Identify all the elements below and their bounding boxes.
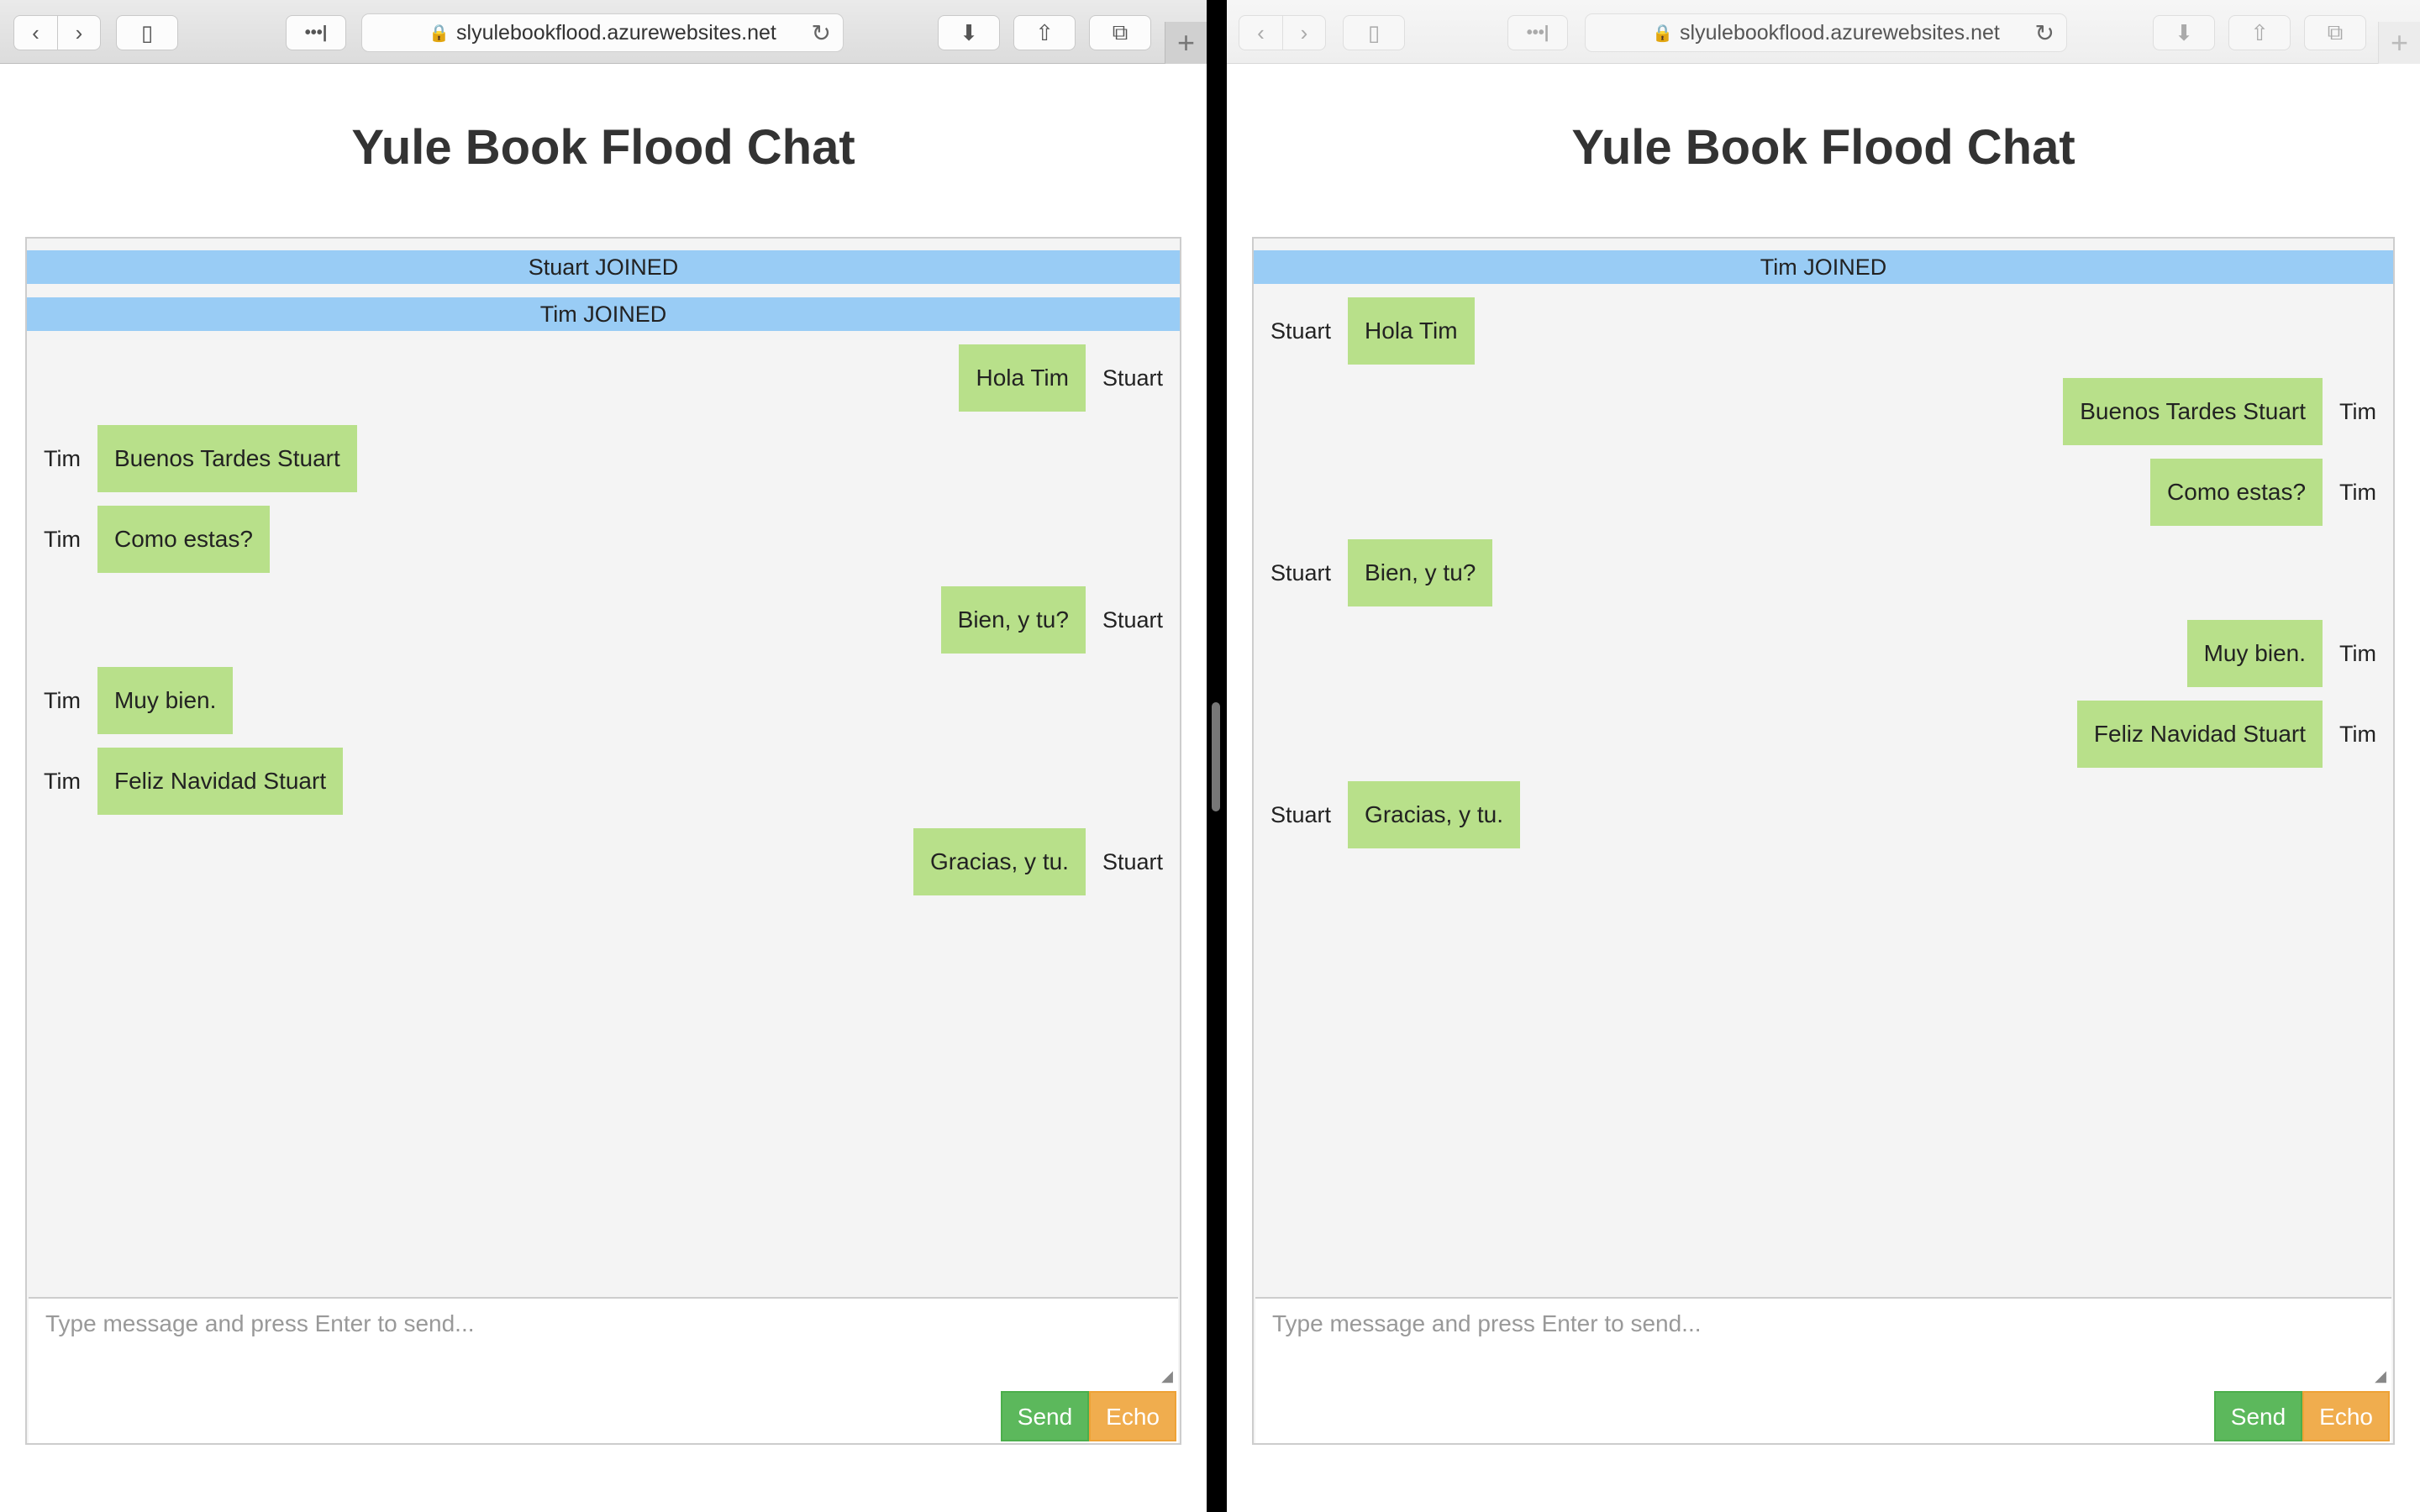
- message-sender: Tim: [44, 445, 81, 471]
- url-text: slyulebookflood.azurewebsites.net: [1680, 20, 2000, 45]
- chat-panel: Stuart JOINED Tim JOINED Stuart Hola Tim Tim…: [25, 237, 1181, 1445]
- message-row: Tim Buenos Tardes Stuart: [1254, 378, 2393, 445]
- message-bubble: Buenos Tardes Stuart: [97, 425, 357, 492]
- tabs-icon[interactable]: ⧉: [2304, 15, 2366, 50]
- back-icon[interactable]: ‹: [14, 16, 57, 50]
- message-row: Stuart Bien, y tu?: [1254, 539, 2393, 606]
- nav-buttons: ‹ ›: [1239, 15, 1326, 50]
- message-bubble: Como estas?: [2150, 459, 2323, 526]
- browser-window-right: ‹ › ▯ •••| 🔒 slyulebookflood.azurewebsit…: [1227, 0, 2420, 1512]
- echo-button[interactable]: Echo: [1089, 1391, 1176, 1441]
- message-row: Tim Muy bien.: [27, 667, 1180, 734]
- forward-icon[interactable]: ›: [1281, 16, 1325, 50]
- resize-grip-icon[interactable]: ◢: [2375, 1368, 2386, 1385]
- message-bubble: Buenos Tardes Stuart: [2063, 378, 2323, 445]
- more-icon[interactable]: •••|: [286, 15, 346, 50]
- composer: ◢ Send Echo: [1255, 1297, 2391, 1443]
- message-sender: Stuart: [1270, 801, 1332, 827]
- system-notice: Tim JOINED: [1254, 250, 2393, 284]
- message-row: Tim Como estas?: [27, 506, 1180, 573]
- message-row: Tim Feliz Navidad Stuart: [27, 748, 1180, 815]
- message-input[interactable]: [29, 1299, 1178, 1383]
- message-sender: Tim: [2339, 721, 2376, 747]
- browser-toolbar: ‹ › ▯ •••| 🔒 slyulebookflood.azurewebsit…: [1227, 0, 2420, 64]
- message-sender: Stuart: [1270, 318, 1332, 344]
- message-row: Stuart Bien, y tu?: [27, 586, 1180, 654]
- message-list: Stuart JOINED Tim JOINED Stuart Hola Tim Tim…: [27, 250, 1180, 1297]
- lock-icon: 🔒: [429, 24, 450, 43]
- message-sender: Tim: [2339, 640, 2376, 666]
- nav-buttons: ‹ ›: [13, 15, 101, 50]
- message-row: Stuart Gracias, y tu.: [1254, 781, 2393, 848]
- system-notice: Tim JOINED: [27, 297, 1180, 331]
- back-icon[interactable]: ‹: [1239, 16, 1282, 50]
- message-row: Stuart Gracias, y tu.: [27, 828, 1180, 895]
- tabs-icon[interactable]: ⧉: [1089, 15, 1151, 50]
- message-list: Tim JOINED Stuart Hola Tim Tim Buenos Tardes…: [1254, 250, 2393, 1297]
- message-sender: Tim: [2339, 479, 2376, 505]
- sidebar-icon[interactable]: ▯: [116, 15, 178, 50]
- message-row: Tim Buenos Tardes Stuart: [27, 425, 1180, 492]
- download-icon[interactable]: ⬇: [2153, 15, 2215, 50]
- message-row: Tim Como estas?: [1254, 459, 2393, 526]
- more-icon[interactable]: •••|: [1507, 15, 1568, 50]
- message-sender: Stuart: [1102, 365, 1163, 391]
- composer: ◢ Send Echo: [29, 1297, 1178, 1443]
- echo-button[interactable]: Echo: [2302, 1391, 2390, 1441]
- desktop: ‹ › ▯ •••| 🔒 slyulebookflood.azurewebsit…: [0, 0, 2420, 1512]
- url-text: slyulebookflood.azurewebsites.net: [456, 20, 776, 45]
- share-icon[interactable]: ⇧: [2228, 15, 2291, 50]
- message-bubble: Gracias, y tu.: [1348, 781, 1520, 848]
- message-sender: Tim: [44, 768, 81, 794]
- message-sender: Stuart: [1102, 848, 1163, 874]
- composer-buttons: Send Echo: [2213, 1391, 2390, 1441]
- message-row: Tim Feliz Navidad Stuart: [1254, 701, 2393, 768]
- send-button[interactable]: Send: [1000, 1391, 1090, 1441]
- reload-icon[interactable]: ↻: [2035, 19, 2054, 47]
- message-sender: Tim: [44, 687, 81, 713]
- message-bubble: Hola Tim: [1348, 297, 1475, 365]
- new-tab-icon[interactable]: +: [2378, 22, 2420, 64]
- message-sender: Stuart: [1102, 606, 1163, 633]
- message-input[interactable]: [1255, 1299, 2391, 1383]
- share-icon[interactable]: ⇧: [1013, 15, 1076, 50]
- page-title: Yule Book Flood Chat: [1571, 120, 2075, 175]
- message-bubble: Gracias, y tu.: [913, 828, 1086, 895]
- chat-panel: Tim JOINED Stuart Hola Tim Tim Buenos Tardes…: [1252, 237, 2395, 1445]
- message-bubble: Muy bien.: [2186, 620, 2323, 687]
- message-bubble: Bien, y tu?: [1348, 539, 1493, 606]
- message-sender: Stuart: [1270, 559, 1332, 585]
- sidebar-icon[interactable]: ▯: [1343, 15, 1405, 50]
- browser-window-left: ‹ › ▯ •••| 🔒 slyulebookflood.azurewebsit…: [0, 0, 1207, 1512]
- send-button[interactable]: Send: [2213, 1391, 2303, 1441]
- message-sender: Tim: [44, 526, 81, 552]
- system-notice: Stuart JOINED: [27, 250, 1180, 284]
- message-sender: Tim: [2339, 398, 2376, 424]
- composer-buttons: Send Echo: [1000, 1391, 1176, 1441]
- page-title: Yule Book Flood Chat: [351, 120, 855, 175]
- message-bubble: Hola Tim: [959, 344, 1086, 412]
- message-bubble: Feliz Navidad Stuart: [2076, 701, 2323, 768]
- browser-toolbar: ‹ › ▯ •••| 🔒 slyulebookflood.azurewebsit…: [0, 0, 1207, 64]
- reload-icon[interactable]: ↻: [812, 19, 831, 47]
- resize-grip-icon[interactable]: ◢: [1161, 1368, 1173, 1385]
- message-bubble: Bien, y tu?: [940, 586, 1086, 654]
- message-row: Stuart Hola Tim: [1254, 297, 2393, 365]
- forward-icon[interactable]: ›: [56, 16, 100, 50]
- message-bubble: Como estas?: [97, 506, 270, 573]
- address-bar[interactable]: 🔒 slyulebookflood.azurewebsites.net ↻: [1585, 13, 2067, 52]
- download-icon[interactable]: ⬇: [938, 15, 1000, 50]
- message-row: Tim Muy bien.: [1254, 620, 2393, 687]
- message-row: Stuart Hola Tim: [27, 344, 1180, 412]
- address-bar[interactable]: 🔒 slyulebookflood.azurewebsites.net ↻: [361, 13, 844, 52]
- message-bubble: Feliz Navidad Stuart: [97, 748, 344, 815]
- split-handle[interactable]: [1212, 702, 1220, 811]
- message-bubble: Muy bien.: [97, 667, 234, 734]
- lock-icon: 🔒: [1652, 24, 1674, 43]
- new-tab-icon[interactable]: +: [1165, 22, 1207, 64]
